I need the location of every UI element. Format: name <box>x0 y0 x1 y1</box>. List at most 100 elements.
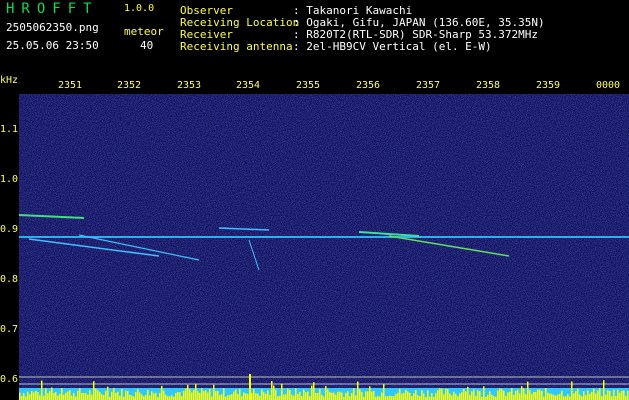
noise-spike <box>243 392 245 400</box>
noise-spike <box>345 392 347 400</box>
noise-spike <box>539 389 541 400</box>
noise-spike <box>379 396 381 400</box>
noise-spike <box>185 388 187 400</box>
noise-spike <box>465 391 467 400</box>
noise-spike <box>49 390 51 400</box>
noise-spike <box>229 394 231 400</box>
noise-spike <box>595 393 597 400</box>
noise-spike <box>213 384 215 400</box>
noise-spike <box>189 389 191 400</box>
noise-spike <box>143 396 145 400</box>
noise-spike <box>47 393 49 400</box>
noise-spike <box>259 395 261 400</box>
noise-spike <box>507 392 509 400</box>
noise-spike <box>501 389 503 400</box>
noise-spike <box>65 392 67 400</box>
noise-spike <box>537 389 539 400</box>
noise-spike <box>191 392 193 400</box>
noise-spike <box>475 395 477 400</box>
noise-spike <box>443 394 445 400</box>
noise-spike <box>369 386 371 400</box>
noise-spike <box>59 393 61 400</box>
noise-spike <box>75 396 77 400</box>
noise-spike <box>397 392 399 400</box>
noise-spike <box>183 391 185 400</box>
noise-spike <box>577 388 579 400</box>
file-name: 2505062350.png <box>6 21 99 34</box>
noise-spike <box>587 390 589 400</box>
noise-spike <box>161 385 163 400</box>
y-tick-label: 0.8 <box>0 274 19 285</box>
noise-spike <box>557 394 559 400</box>
meteor-label: meteor <box>124 25 164 38</box>
noise-spike <box>303 389 305 400</box>
noise-spike <box>341 392 343 400</box>
noise-spike <box>403 392 405 400</box>
noise-spike <box>581 396 583 400</box>
noise-spike <box>531 393 533 400</box>
noise-spike <box>405 389 407 400</box>
noise-spike <box>301 395 303 400</box>
noise-spike <box>27 391 29 400</box>
noise-spike <box>289 389 291 400</box>
noise-spike <box>291 394 293 400</box>
noise-spike <box>215 391 217 400</box>
noise-spike <box>515 390 517 400</box>
noise-spike <box>437 390 439 400</box>
noise-spike <box>55 392 57 400</box>
noise-spike <box>499 388 501 400</box>
noise-spike <box>217 390 219 400</box>
noise-spike <box>231 394 233 400</box>
noise-spike <box>197 391 199 400</box>
x-tick-label: 2357 <box>416 80 441 91</box>
noise-spike <box>335 394 337 400</box>
noise-spike <box>491 394 493 400</box>
noise-spike <box>593 388 595 400</box>
noise-spike <box>61 388 63 400</box>
noise-spike <box>535 391 537 400</box>
noise-spike <box>609 391 611 400</box>
noise-spike <box>233 391 235 400</box>
noise-spike <box>19 392 21 400</box>
noise-spike <box>119 395 121 400</box>
x-tick-label: 2359 <box>536 80 561 91</box>
noise-spike <box>71 395 73 400</box>
noise-spike <box>45 388 47 400</box>
y-tick-label: 1.1 <box>0 124 19 135</box>
noise-spike <box>441 388 443 400</box>
noise-spike <box>311 385 313 400</box>
noise-spike <box>487 394 489 400</box>
noise-spike <box>461 392 463 400</box>
noise-spike <box>559 393 561 400</box>
noise-spike <box>571 381 573 400</box>
noise-spike <box>91 394 93 400</box>
noise-spike <box>77 390 79 400</box>
noise-spike <box>273 385 275 400</box>
x-tick-label: 2353 <box>177 80 202 91</box>
spectrogram-canvas <box>19 94 629 400</box>
noise-spike <box>521 386 523 400</box>
noise-spike <box>477 390 479 400</box>
noise-spike <box>555 395 557 400</box>
noise-spike <box>525 394 527 400</box>
noise-spike <box>83 393 85 400</box>
noise-spike <box>541 390 543 400</box>
noise-spike <box>527 381 529 400</box>
noise-spike <box>37 391 39 400</box>
noise-spike <box>453 391 455 400</box>
noise-spike <box>483 386 485 400</box>
noise-spike <box>447 389 449 400</box>
noise-spike <box>337 391 339 400</box>
noise-spike <box>169 396 171 400</box>
noise-spike <box>89 390 91 400</box>
noise-spike <box>319 389 321 400</box>
noise-spike <box>449 393 451 400</box>
noise-spike <box>305 392 307 400</box>
noise-spike <box>307 391 309 400</box>
noise-spike <box>79 388 81 400</box>
noise-spike <box>141 394 143 400</box>
noise-spike <box>241 396 243 400</box>
y-axis-unit: kHz <box>0 75 19 86</box>
noise-spike <box>327 389 329 400</box>
noise-spike <box>29 394 31 400</box>
